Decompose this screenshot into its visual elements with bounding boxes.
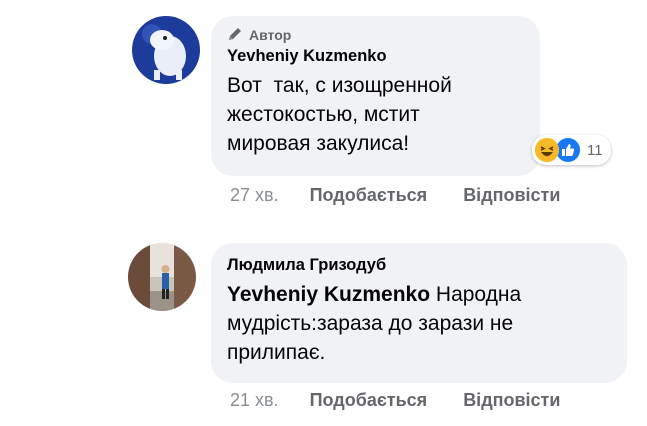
- comment-author-name[interactable]: Людмила Гризодуб: [227, 256, 611, 275]
- like-button[interactable]: Подобається: [310, 185, 428, 206]
- comment-line: жестокостью, мстит: [227, 103, 420, 126]
- author-badge-label: Автор: [249, 27, 292, 43]
- reply-button[interactable]: Відповісти: [463, 390, 560, 411]
- like-button[interactable]: Подобається: [310, 390, 428, 411]
- comment-text: Вот так, с изощренной жестокостью, мстит…: [227, 71, 524, 158]
- comment-line: мудрість:зараза до зарази не: [227, 312, 514, 335]
- comment-time[interactable]: 21 хв.: [230, 390, 279, 411]
- pencil-icon: [227, 26, 243, 45]
- comment-line: прилипає.: [227, 341, 326, 364]
- comment-time[interactable]: 27 хв.: [230, 185, 279, 206]
- comment-line: Yevheniy Kuzmenko Народна: [227, 280, 611, 309]
- comment-line: Вот так, с изощренной: [227, 74, 452, 97]
- comment-text: Yevheniy Kuzmenko Народна мудрість:зараз…: [227, 280, 611, 367]
- comment-actions: 21 хв. Подобається Відповісти: [230, 390, 560, 411]
- reactions-summary[interactable]: 11: [532, 135, 611, 165]
- comment-line-rest: Народна: [430, 283, 522, 306]
- comment-bubble: Людмила Гризодуб Yevheniy Kuzmenko Народ…: [211, 243, 627, 383]
- comment-line: мировая закулиса!: [227, 132, 410, 155]
- haha-icon: [535, 138, 559, 162]
- reaction-count: 11: [587, 141, 603, 159]
- reply-button[interactable]: Відповісти: [463, 185, 560, 206]
- comment-author-name[interactable]: Yevheniy Kuzmenko: [227, 47, 524, 66]
- comment-actions: 27 хв. Подобається Відповісти: [230, 185, 560, 206]
- mention-link[interactable]: Yevheniy Kuzmenko: [227, 283, 430, 306]
- author-badge: Автор: [227, 26, 524, 44]
- avatar-author[interactable]: [132, 16, 200, 84]
- avatar-commenter[interactable]: [128, 243, 196, 311]
- comment-bubble: Автор Yevheniy Kuzmenko Вот так, с изощр…: [211, 16, 540, 176]
